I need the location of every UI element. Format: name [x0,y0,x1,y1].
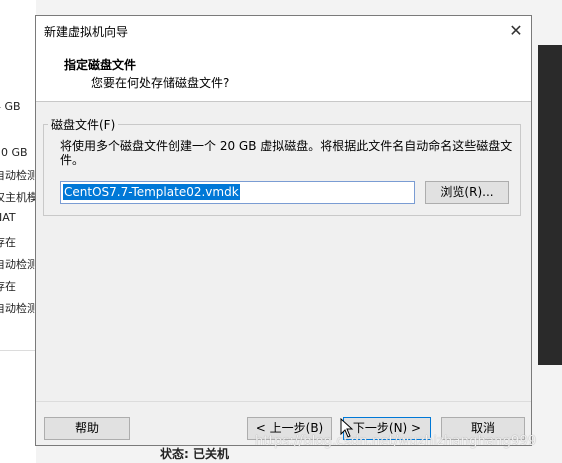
page-subtitle: 您要在何处存储磁盘文件? [91,76,230,90]
close-button[interactable]: ✕ [501,16,531,46]
bg-sound-value: 自动检测 [0,258,38,271]
bg-network1-value: 仅主机模 [0,191,38,204]
new-vm-wizard-dialog: 新建虚拟机向导 ✕ 指定磁盘文件 您要在何处存储磁盘文件? 磁盘文件(F) 将使… [35,15,532,446]
disk-file-name-input[interactable]: CentOS7.7-Template02.vmdk [60,181,415,204]
background-settings-panel: 4 GB 2 20 GB 自动检测 仅主机模 NAT 存在 自动检测 存在 自动… [0,0,38,463]
background-preview-panel [532,0,562,463]
dialog-title: 新建虚拟机向导 [44,25,129,39]
vm-preview-screen [538,45,562,365]
bg-printer-value: 存在 [0,280,16,293]
help-button[interactable]: 帮助 [44,417,130,440]
bg-divider [0,350,36,351]
bg-network2-value: NAT [0,211,16,224]
bg-display-value: 自动检测 [0,302,38,315]
watermark-text: https://blog.csdn.net/wuzhizhanghang999 [255,434,537,449]
disk-file-name-value[interactable]: CentOS7.7-Template02.vmdk [63,184,240,200]
bg-cpu-value: 2 [0,123,1,136]
bg-memory-value: 4 GB [0,100,21,113]
vm-status-text: 状态: 已关机 [160,447,229,461]
dialog-titlebar[interactable]: 新建虚拟机向导 ✕ [36,16,531,46]
bg-disk-value: 20 GB [0,146,28,159]
disk-file-group-label: 磁盘文件(F) [48,116,119,133]
wizard-header: 指定磁盘文件 您要在何处存储磁盘文件? [36,46,531,102]
browse-button[interactable]: 浏览(R)... [425,181,509,204]
page-title: 指定磁盘文件 [64,58,137,72]
bg-usb-value: 存在 [0,236,16,249]
bg-cdrom-value: 自动检测 [0,169,38,182]
disk-file-description: 将使用多个磁盘文件创建一个 20 GB 虚拟磁盘。将根据此文件名自动命名这些磁盘… [60,139,513,167]
footer-separator [36,401,531,402]
